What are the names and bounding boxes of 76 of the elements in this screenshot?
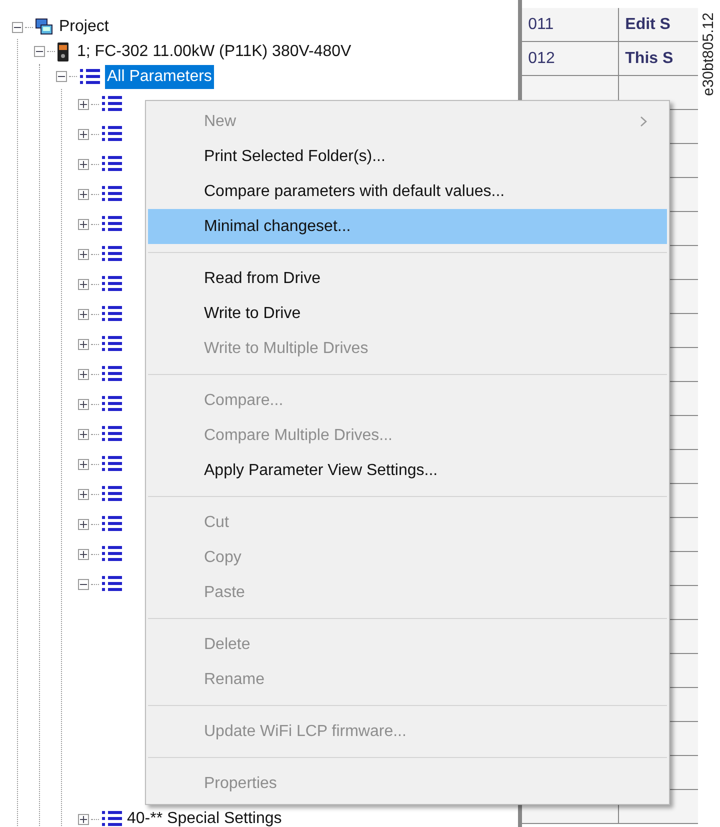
expand-toggle[interactable] [78,248,89,260]
list-icon [101,454,123,474]
expand-toggle[interactable] [78,278,89,290]
expand-toggle[interactable] [78,158,89,170]
list-icon [101,424,123,444]
plus-icon [80,460,87,468]
plus-icon [80,220,87,228]
list-icon [101,304,123,324]
plus-icon [80,520,87,528]
tree-item[interactable]: All Parameters [105,64,214,88]
list-icon [101,809,123,827]
expand-toggle[interactable] [78,548,89,560]
plus-icon [80,190,87,198]
plus-icon [80,550,87,558]
tree-item[interactable]: 1; FC-302 11.00kW (P11K) 380V-480V [77,40,352,64]
expand-toggle[interactable] [78,488,89,500]
minus-icon [58,73,65,80]
list-icon [101,544,123,564]
expand-toggle[interactable] [78,398,89,410]
menu-item[interactable]: Write to Drive [148,296,667,331]
plus-icon [80,370,87,378]
plus-icon [80,340,87,348]
expand-toggle[interactable] [78,368,89,380]
expand-toggle[interactable] [78,128,89,140]
table-cell-text: Edit S [624,14,672,34]
menu-item[interactable]: Read from Drive [148,261,667,296]
list-icon [79,66,101,86]
collapse-toggle[interactable] [12,22,23,32]
plus-icon [80,250,87,258]
plus-icon [80,490,87,498]
list-icon [101,274,123,294]
expand-toggle[interactable] [78,458,89,470]
list-icon [101,94,123,114]
plus-icon [80,310,87,318]
tree-item[interactable]: 40-** Special Settings [127,807,282,827]
expand-toggle[interactable] [78,428,89,440]
computer-icon [35,18,53,36]
expand-toggle[interactable] [78,218,89,230]
collapse-toggle[interactable] [56,71,67,82]
expand-toggle[interactable] [78,188,89,200]
menu-item[interactable]: Apply Parameter View Settings... [148,453,667,488]
menu-item[interactable]: Print Selected Folder(s)... [148,139,667,174]
list-icon [101,364,123,384]
collapse-toggle[interactable] [34,46,45,57]
plus-icon [80,430,87,438]
minus-icon [36,48,43,55]
menu-item[interactable]: Compare parameters with default values... [148,174,667,209]
plus-icon [80,100,87,108]
expand-toggle[interactable] [78,98,89,110]
menu-item[interactable]: Minimal changeset... [148,209,667,244]
plus-icon [80,280,87,288]
figure-id: e30bt805.12 [698,12,718,96]
list-icon [101,214,123,234]
list-icon [101,154,123,174]
table-cell-text: This S [624,48,674,68]
list-icon [101,574,123,594]
list-icon [101,124,123,144]
table-cell: 011 [522,8,620,41]
plus-icon [80,816,87,822]
plus-icon [80,160,87,168]
list-icon [101,184,123,204]
plus-icon [80,130,87,138]
collapse-toggle[interactable] [78,578,89,590]
list-icon [101,484,123,504]
list-icon [101,394,123,414]
list-icon [101,244,123,264]
expand-toggle[interactable] [78,338,89,350]
drive-icon [57,42,69,62]
table-cell: 012 [522,42,620,75]
list-icon [101,334,123,354]
list-icon [101,514,123,534]
tree-item[interactable]: Project [59,15,109,39]
expand-toggle[interactable] [78,814,89,824]
plus-icon [80,400,87,408]
expand-toggle[interactable] [78,308,89,320]
expand-toggle[interactable] [78,518,89,530]
